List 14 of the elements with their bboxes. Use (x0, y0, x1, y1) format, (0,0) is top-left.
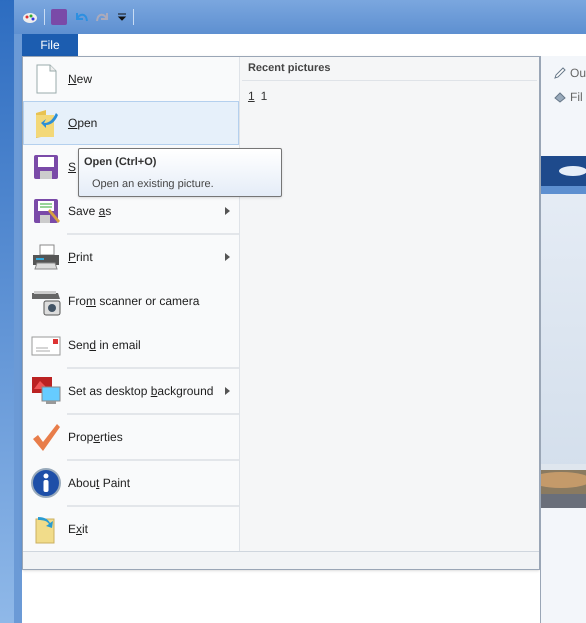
menu-item-label: About Paint (68, 476, 130, 490)
menu-item-label: S (68, 160, 76, 174)
tooltip-text: Open an existing picture. (91, 176, 215, 192)
recent-pictures-heading: Recent pictures (248, 61, 331, 76)
menu-item-label: Set as desktop background (68, 384, 214, 398)
menu-item-label: Exit (68, 522, 88, 536)
menu-item-label: Send in email (68, 338, 141, 352)
menu-item-label: New (68, 72, 92, 86)
menu-item-label: Save as (68, 204, 112, 218)
menu-item-label: From scanner or camera (68, 294, 200, 308)
tooltip-title: Open (Ctrl+O) (84, 155, 158, 170)
menu-item-label: Properties (68, 430, 123, 444)
menu-item-label: Print (68, 250, 93, 264)
menu-item-label: Open (68, 116, 98, 130)
